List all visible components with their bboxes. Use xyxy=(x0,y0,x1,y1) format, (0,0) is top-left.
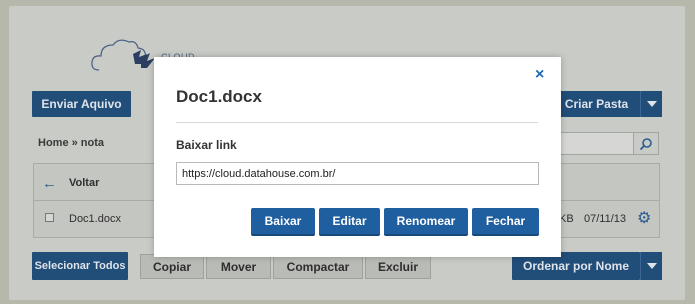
search-icon xyxy=(639,137,652,150)
select-all-button[interactable]: Selecionar Todos xyxy=(32,252,128,280)
create-folder-button[interactable]: Criar Pasta xyxy=(550,91,643,117)
search-button[interactable] xyxy=(633,132,659,155)
gear-icon[interactable]: ⚙ xyxy=(637,208,651,228)
breadcrumb: Home » nota xyxy=(38,137,105,149)
copy-button[interactable]: Copiar xyxy=(140,254,204,279)
compress-button[interactable]: Compactar xyxy=(273,254,363,279)
file-date: 07/11/13 xyxy=(584,213,627,225)
create-folder-dropdown[interactable] xyxy=(640,91,662,117)
close-icon[interactable]: × xyxy=(535,66,544,84)
back-arrow-icon[interactable]: ← xyxy=(42,175,57,192)
download-link-field[interactable] xyxy=(176,162,539,185)
chevron-down-icon xyxy=(646,263,657,269)
edit-button[interactable]: Editar xyxy=(319,208,380,236)
back-link[interactable]: Voltar xyxy=(69,177,99,189)
close-button[interactable]: Fechar xyxy=(472,208,539,236)
file-dialog: Doc1.docx × Baixar link Baixar Editar Re… xyxy=(154,57,561,257)
file-size: KB xyxy=(559,213,574,225)
download-link-label: Baixar link xyxy=(176,138,237,152)
upload-file-button[interactable]: Enviar Aquivo xyxy=(32,91,131,117)
search-input[interactable] xyxy=(560,132,634,155)
row-checkbox[interactable] xyxy=(45,213,54,222)
delete-button[interactable]: Excluir xyxy=(365,254,431,279)
move-button[interactable]: Mover xyxy=(206,254,271,279)
sort-dropdown[interactable] xyxy=(640,252,662,280)
chevron-down-icon xyxy=(646,101,657,107)
file-name[interactable]: Doc1.docx xyxy=(69,213,121,225)
dialog-title: Doc1.docx xyxy=(176,87,262,106)
rename-button[interactable]: Renomear xyxy=(384,208,468,236)
download-button[interactable]: Baixar xyxy=(251,208,315,236)
dialog-divider xyxy=(176,122,538,123)
